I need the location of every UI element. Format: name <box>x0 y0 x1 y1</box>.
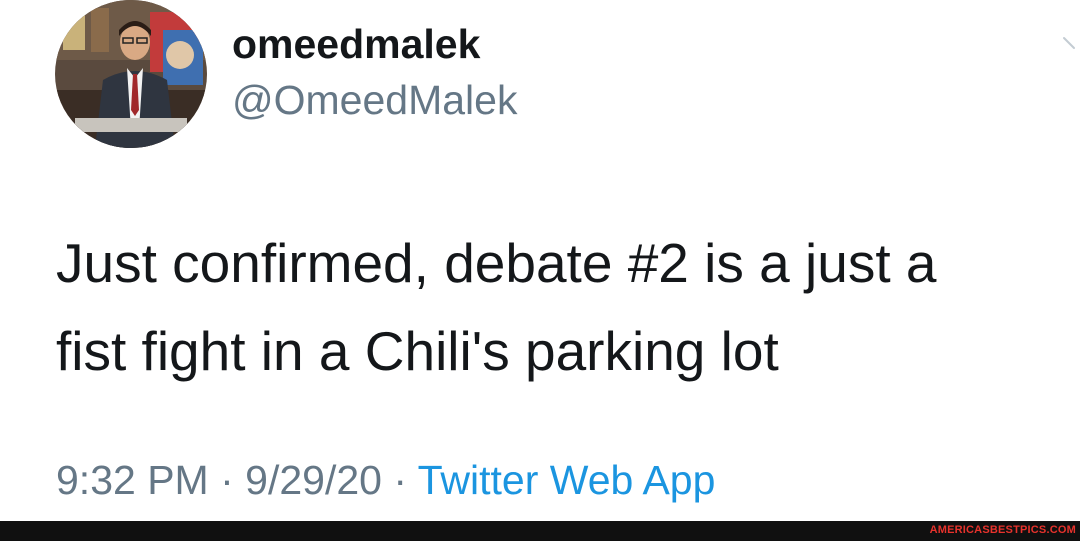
meta-separator: · <box>381 457 418 503</box>
tweet-screenshot: omeedmalek @OmeedMalek Just confirmed, d… <box>0 0 1080 541</box>
chevron-down-icon[interactable] <box>1062 30 1080 54</box>
footer-bar: AMERICASBESTPICS.COM <box>0 521 1080 541</box>
display-name[interactable]: omeedmalek <box>232 21 480 68</box>
tweet-text-line: fist fight in a Chili's parking lot <box>56 320 779 382</box>
tweet-text-line: Just confirmed, debate #2 is a just a <box>56 232 937 294</box>
avatar[interactable] <box>55 0 207 148</box>
avatar-image <box>55 0 207 148</box>
watermark: AMERICASBESTPICS.COM <box>929 524 1076 536</box>
tweet-source-link[interactable]: Twitter Web App <box>418 457 716 503</box>
tweet-time[interactable]: 9:32 PM <box>56 457 209 503</box>
tweet-text: Just confirmed, debate #2 is a just a fi… <box>56 219 1056 395</box>
tweet-date[interactable]: 9/29/20 <box>245 457 382 503</box>
meta-separator: · <box>208 457 246 503</box>
user-handle[interactable]: @OmeedMalek <box>232 77 517 124</box>
tweet-meta: 9:32 PM · 9/29/20 · Twitter Web App <box>56 457 715 504</box>
